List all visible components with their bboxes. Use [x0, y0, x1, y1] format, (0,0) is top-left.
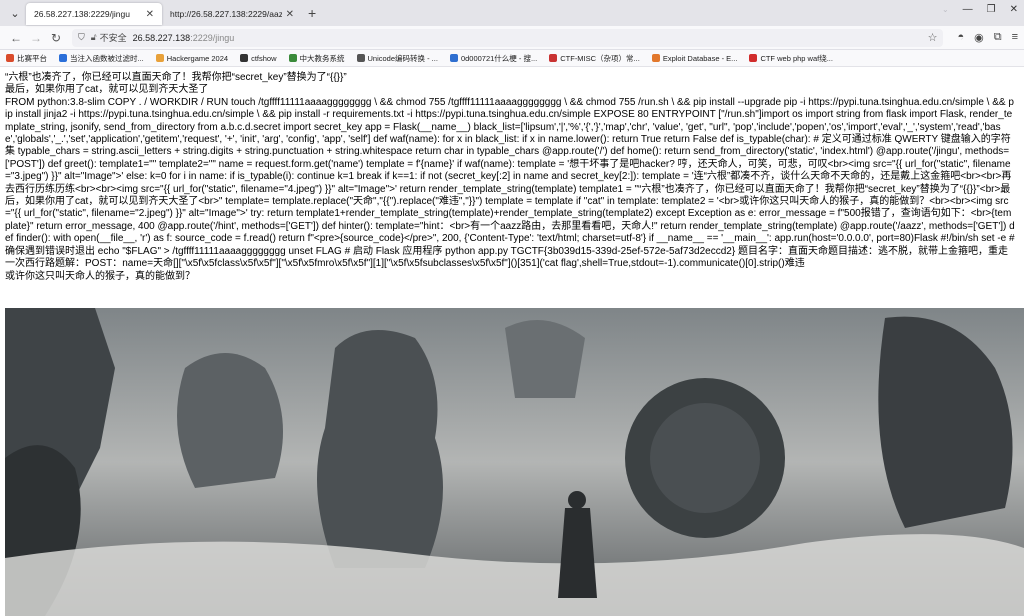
- tab-title: 26.58.227.138:2229/jingu: [34, 9, 130, 19]
- bookmark-item[interactable]: 当注入函数被过滤时...: [59, 53, 144, 64]
- close-window-icon[interactable]: ✕: [1010, 4, 1018, 15]
- navigation-bar: ← → ↻ ⛉ 🔓︎ 不安全 26.58.227.138:2229/jingu …: [0, 26, 1024, 50]
- close-icon[interactable]: ✕: [286, 9, 294, 20]
- toolbar-icons: ◓ ◉ ⧉ ≡: [957, 31, 1018, 44]
- bookmark-favicon-icon: [549, 54, 558, 62]
- url-path: :2229/jingu: [190, 32, 235, 43]
- bookmark-item[interactable]: ctfshow: [240, 53, 277, 63]
- new-tab-icon[interactable]: +: [308, 5, 316, 21]
- bookmark-item[interactable]: 比赛平台: [6, 53, 47, 64]
- tab-bar: ⌄ 26.58.227.138:2229/jingu ✕ http://26.5…: [0, 0, 1024, 26]
- forward-icon[interactable]: →: [26, 31, 46, 45]
- bookmark-label: 中大教务系统: [299, 53, 345, 63]
- page-content: “六根”也凑齐了，你已经可以直面天命了！我帮你把“secret_key”替换为了…: [0, 68, 1024, 616]
- bookmark-favicon-icon: [749, 54, 758, 62]
- bookmark-label: Hackergame 2024: [166, 53, 229, 63]
- bookmark-label: 当注入函数被过滤时...: [70, 53, 144, 63]
- closing-line: 或许你这只叫天命人的猴子，真的能做到？: [5, 270, 195, 282]
- tab-list-button[interactable]: ⌄: [4, 3, 26, 23]
- back-icon[interactable]: ←: [6, 31, 26, 45]
- bookmarks-toolbar: 比赛平台 当注入函数被过滤时... Hackergame 2024 ctfshow 中大…: [0, 50, 1024, 67]
- tab-jingu[interactable]: 26.58.227.138:2229/jingu ✕: [26, 3, 162, 25]
- bookmark-favicon-icon: [155, 54, 164, 62]
- bookmark-favicon-icon: [240, 54, 249, 62]
- pocket-icon[interactable]: ◓: [957, 31, 964, 44]
- hero-image: [5, 308, 1024, 616]
- bookmark-item[interactable]: Unicode编码转换 - ...: [356, 53, 438, 64]
- hero-illustration: [5, 308, 1024, 616]
- menu-icon[interactable]: ≡: [1012, 31, 1018, 44]
- bookmark-favicon-icon: [449, 54, 458, 62]
- bookmark-label: ctfshow: [251, 53, 277, 63]
- address-bar[interactable]: ⛉ 🔓︎ 不安全 26.58.227.138:2229/jingu ☆: [72, 28, 944, 47]
- restore-icon[interactable]: ❐: [987, 4, 996, 15]
- account-icon[interactable]: ◉: [974, 31, 984, 44]
- bookmark-label: Exploit Database - E...: [662, 53, 738, 63]
- tab-title: http://26.58.227.138:2229/aazz: [170, 9, 282, 19]
- insecure-lock-icon[interactable]: 🔓︎: [91, 32, 97, 43]
- bookmark-item[interactable]: Hackergame 2024: [155, 53, 229, 63]
- minimize-icon[interactable]: —: [963, 4, 973, 15]
- insecure-label[interactable]: 不安全: [100, 31, 127, 44]
- tab-aazz[interactable]: http://26.58.227.138:2229/aazz ✕: [162, 3, 302, 25]
- bookmark-item[interactable]: CTF web php waf绕...: [749, 53, 833, 64]
- chevron-down-icon[interactable]: ⌄: [942, 5, 949, 14]
- bookmark-item[interactable]: Exploit Database - E...: [651, 53, 738, 63]
- url-host: 26.58.227.138: [132, 32, 191, 43]
- bookmark-label: Unicode编码转换 - ...: [367, 53, 438, 63]
- source-dump: FROM python:3.8-slim COPY . / WORKDIR / …: [5, 96, 1015, 270]
- bookmark-favicon-icon: [59, 54, 67, 62]
- bookmark-favicon-icon: [651, 54, 660, 62]
- window-controls: ⌄ — ❐ ✕: [942, 4, 1018, 15]
- hint-line: 最后，如果你用了cat，就可以见到齐天大圣了: [5, 84, 209, 96]
- bookmark-star-icon[interactable]: ☆: [928, 31, 938, 44]
- bookmark-label: 0d000721什么梗 - 搜...: [460, 53, 538, 63]
- intro-line: “六根”也凑齐了，你已经可以直面天命了！我帮你把“secret_key”替换为了…: [5, 72, 347, 83]
- bookmark-favicon-icon: [6, 54, 14, 62]
- shield-icon[interactable]: ⛉: [78, 32, 85, 43]
- close-icon[interactable]: ✕: [146, 9, 154, 20]
- bookmark-item[interactable]: 中大教务系统: [288, 53, 345, 64]
- bookmark-label: CTF web php waf绕...: [760, 53, 833, 63]
- extensions-icon[interactable]: ⧉: [994, 31, 1002, 44]
- bookmark-item[interactable]: CTF-MISC（杂项）常...: [549, 53, 640, 64]
- bookmark-label: 比赛平台: [17, 53, 47, 63]
- bookmark-label: CTF-MISC（杂项）常...: [560, 53, 640, 63]
- bookmark-item[interactable]: 0d000721什么梗 - 搜...: [449, 53, 538, 64]
- reload-icon[interactable]: ↻: [46, 31, 66, 45]
- bookmark-favicon-icon: [356, 54, 365, 62]
- bookmark-favicon-icon: [288, 54, 297, 62]
- page-text: “六根”也凑齐了，你已经可以直面天命了！我帮你把“secret_key”替换为了…: [0, 68, 1020, 283]
